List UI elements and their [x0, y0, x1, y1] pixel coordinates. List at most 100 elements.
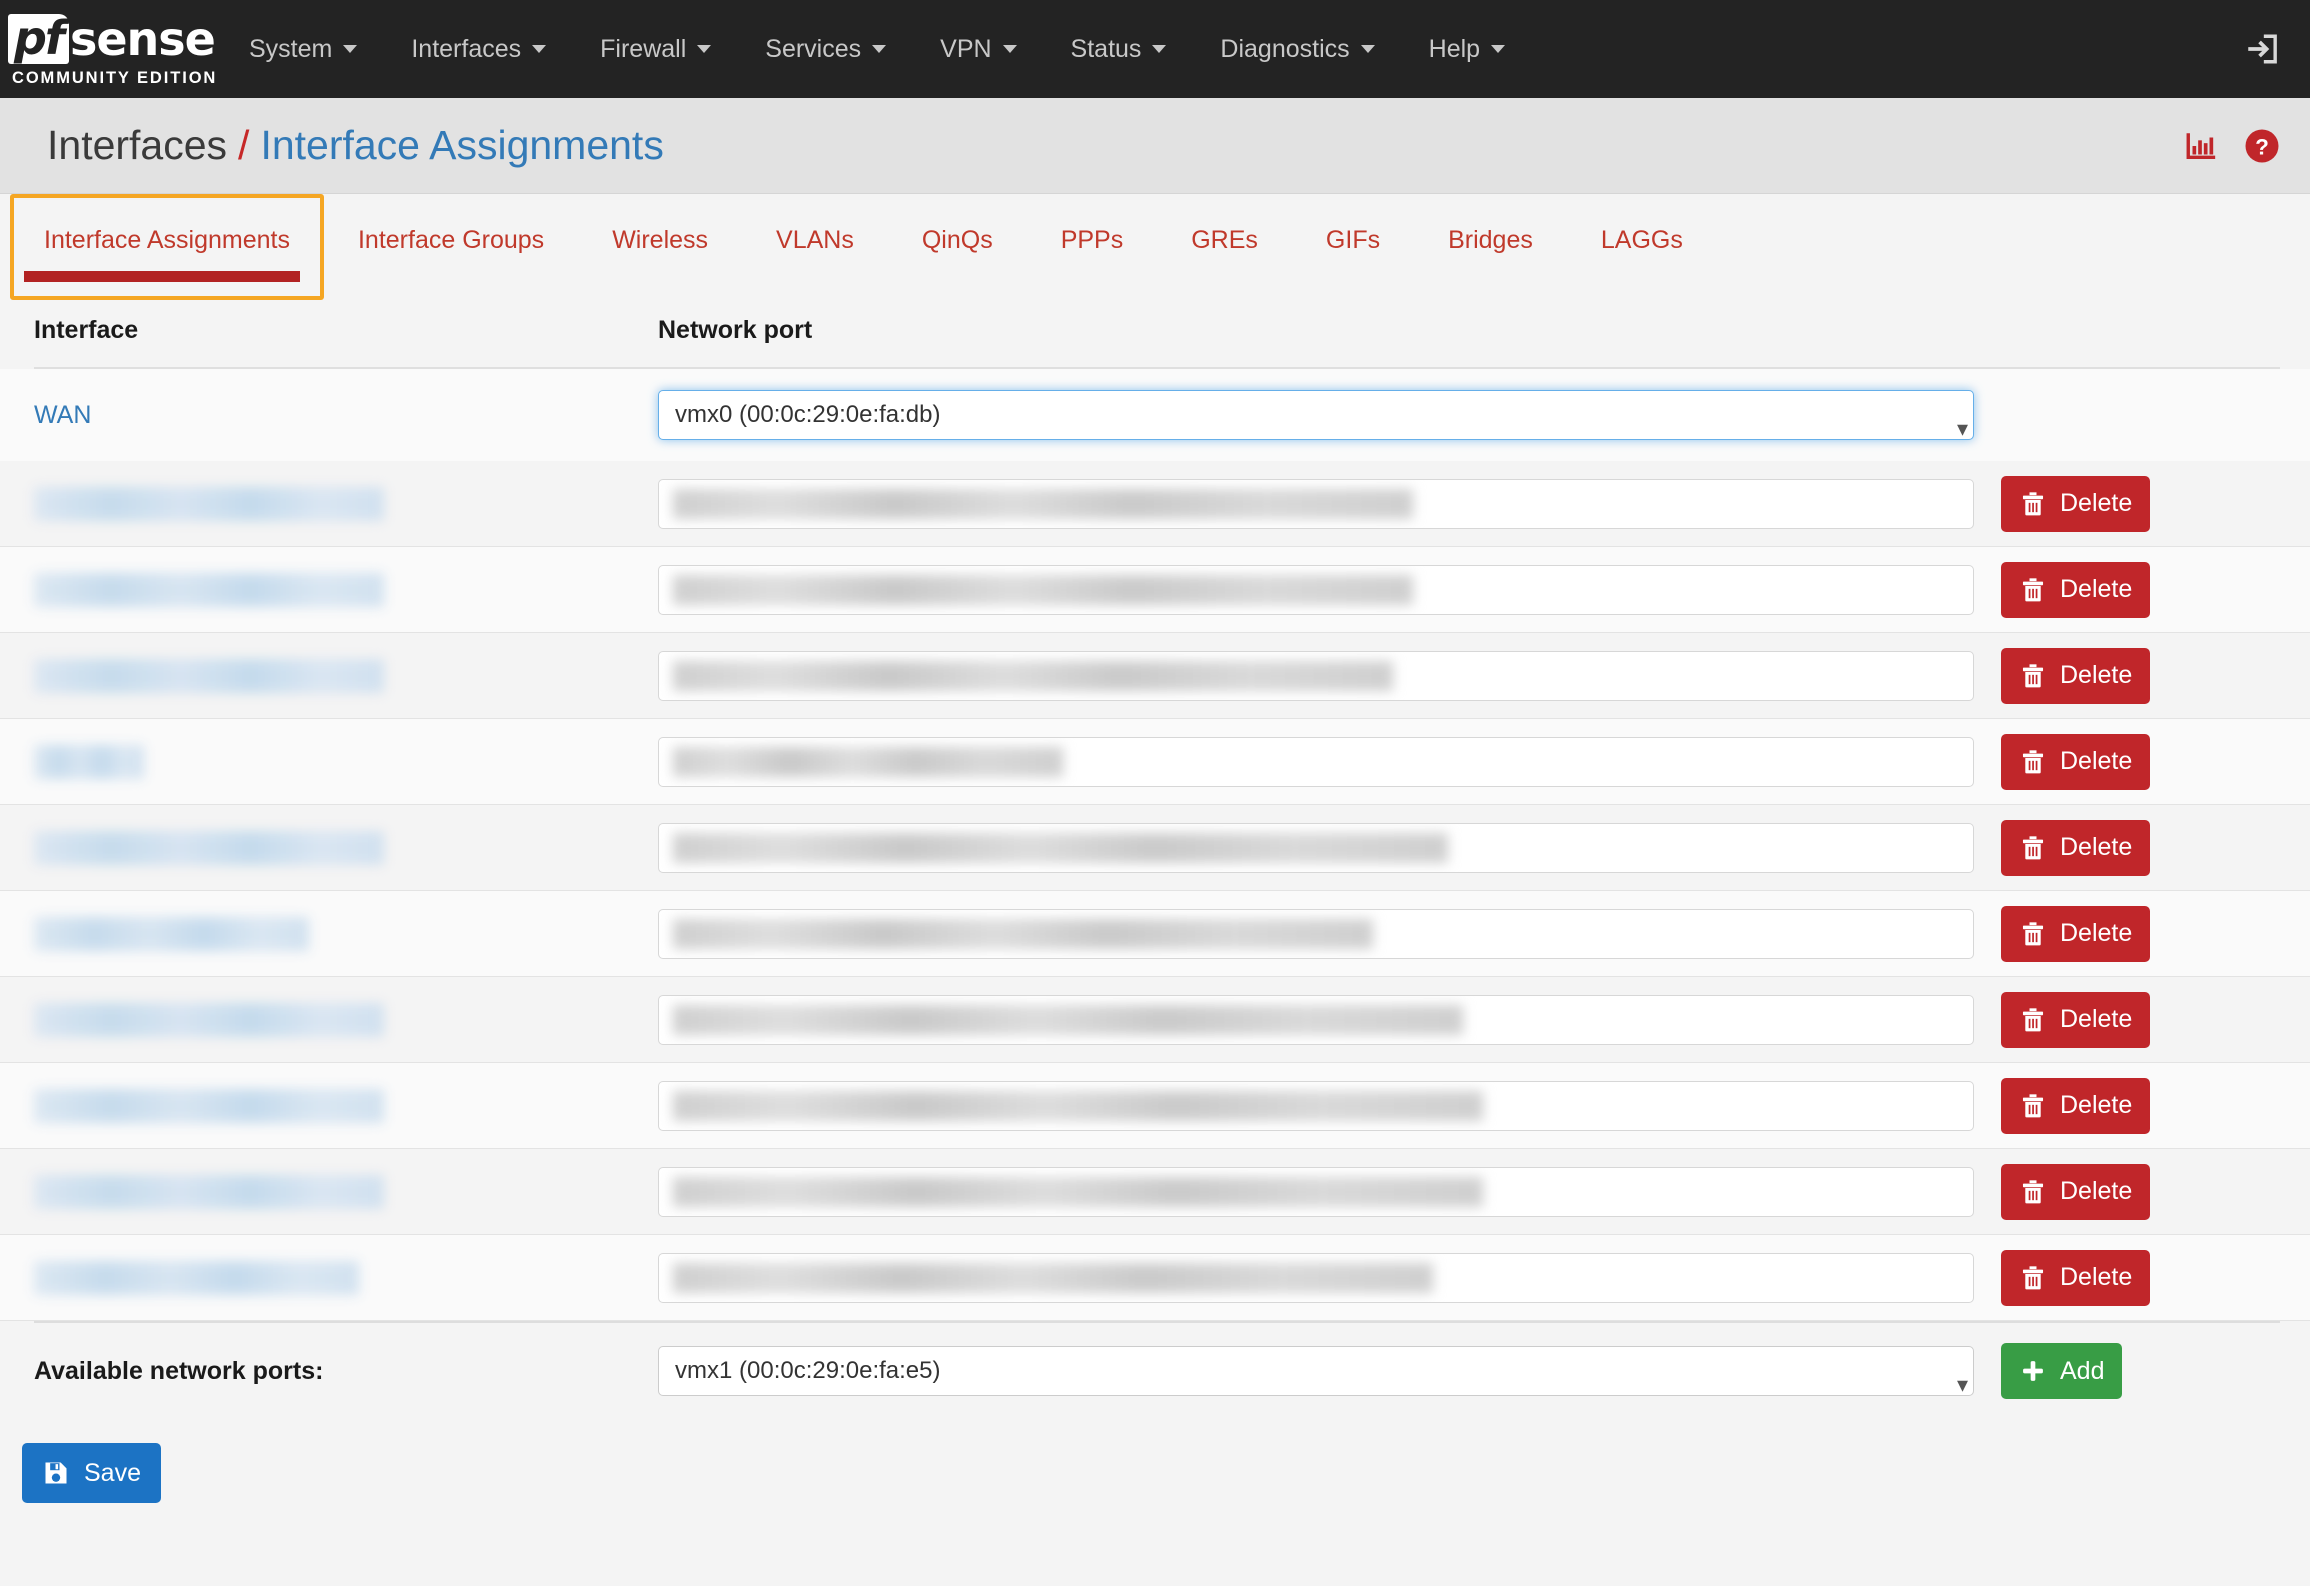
brand-subtitle: COMMUNITY EDITION: [12, 68, 218, 87]
svg-text:?: ?: [2255, 134, 2269, 159]
network-port-select[interactable]: [658, 650, 1974, 701]
available-ports-label: Available network ports:: [34, 1356, 324, 1385]
network-port-select-value-redacted: [673, 1176, 1483, 1207]
cell-actions: Delete: [1978, 1249, 2310, 1306]
column-header-network-port: Network port: [658, 316, 813, 344]
help-icon[interactable]: ?: [2244, 128, 2280, 164]
delete-button[interactable]: Delete: [2001, 475, 2151, 532]
trash-icon: [2022, 663, 2044, 687]
tab-bridges[interactable]: Bridges: [1414, 194, 1567, 300]
tab-gres[interactable]: GREs: [1157, 194, 1292, 300]
network-port-select[interactable]: [658, 1166, 1974, 1217]
network-port-select[interactable]: [658, 994, 1974, 1045]
delete-button[interactable]: Delete: [2001, 561, 2151, 618]
tab-label: LAGGs: [1600, 226, 1683, 254]
nav-item-label: Interfaces: [411, 34, 522, 63]
nav-item-status[interactable]: Status: [1044, 0, 1194, 98]
interface-link-redacted[interactable]: [34, 1088, 384, 1123]
page-header: Interfaces / Interface Assignments ?: [0, 98, 2310, 194]
available-ports-select[interactable]: vmx1 (00:0c:29:0e:fa:e5) ▾: [658, 1346, 1974, 1396]
network-port-select-value-redacted: [673, 488, 1413, 519]
tab-gifs[interactable]: GIFs: [1292, 194, 1414, 300]
delete-button[interactable]: Delete: [2001, 1249, 2151, 1306]
chart-icon[interactable]: [2184, 129, 2218, 163]
nav-item-help[interactable]: Help: [1402, 0, 1532, 98]
logout-button[interactable]: [2238, 32, 2284, 66]
table-row: Delete: [0, 633, 2310, 719]
trash-icon: [2022, 577, 2044, 601]
trash-icon: [2022, 1093, 2044, 1117]
interface-link-redacted[interactable]: [34, 830, 384, 865]
cell-interface-name: [34, 1260, 658, 1295]
tab-label: VLANs: [776, 226, 854, 254]
tab-interface-assignments[interactable]: Interface Assignments: [10, 194, 324, 300]
trash-icon: [2022, 491, 2044, 515]
interface-link-redacted[interactable]: [34, 1002, 384, 1037]
interface-link-redacted[interactable]: [34, 1174, 384, 1209]
network-port-select[interactable]: [658, 822, 1974, 873]
chevron-down-icon: [1152, 45, 1167, 53]
available-ports-select-value: vmx1 (00:0c:29:0e:fa:e5): [675, 1357, 941, 1384]
main-menu: System Interfaces Firewall Services VPN …: [222, 0, 1532, 98]
interface-link-redacted[interactable]: [34, 916, 309, 951]
network-port-select[interactable]: [658, 908, 1974, 959]
nav-item-diagnostics[interactable]: Diagnostics: [1193, 0, 1401, 98]
interface-link-redacted[interactable]: [34, 572, 384, 607]
tab-bar: Interface Assignments Interface Groups W…: [0, 194, 2310, 306]
tab-interface-groups[interactable]: Interface Groups: [324, 194, 578, 300]
delete-button[interactable]: Delete: [2001, 647, 2151, 704]
network-port-select[interactable]: [658, 1080, 1974, 1131]
cell-interface-name: [34, 1002, 658, 1037]
network-port-select-wan[interactable]: vmx0 (00:0c:29:0e:fa:db) ▾: [658, 390, 1974, 440]
save-button[interactable]: Save: [22, 1443, 161, 1503]
delete-button[interactable]: Delete: [2001, 1077, 2151, 1134]
save-row: Save: [0, 1419, 2310, 1503]
tab-label: GREs: [1191, 226, 1258, 254]
interface-link-wan[interactable]: WAN: [34, 401, 91, 430]
table-row: Delete: [0, 547, 2310, 633]
tab-wireless[interactable]: Wireless: [578, 194, 742, 300]
network-port-select[interactable]: [658, 564, 1974, 615]
cell-network-port: [658, 994, 1978, 1045]
nav-item-system[interactable]: System: [222, 0, 384, 98]
interface-link-redacted[interactable]: [34, 658, 384, 693]
chevron-down-icon: [697, 45, 712, 53]
delete-button-label: Delete: [2060, 1177, 2133, 1205]
interface-link-redacted[interactable]: [34, 1260, 359, 1295]
add-button[interactable]: Add: [2001, 1343, 2123, 1399]
network-port-select-value-redacted: [673, 660, 1393, 691]
nav-item-vpn[interactable]: VPN: [913, 0, 1043, 98]
table-row-wan: WAN vmx0 (00:0c:29:0e:fa:db) ▾: [0, 369, 2310, 461]
trash-icon: [2022, 1007, 2044, 1031]
nav-item-services[interactable]: Services: [738, 0, 913, 98]
delete-button-label: Delete: [2060, 747, 2133, 775]
delete-button[interactable]: Delete: [2001, 991, 2151, 1048]
tab-vlans[interactable]: VLANs: [742, 194, 888, 300]
delete-button[interactable]: Delete: [2001, 733, 2151, 790]
network-port-select[interactable]: [658, 478, 1974, 529]
delete-button[interactable]: Delete: [2001, 905, 2151, 962]
nav-item-label: Status: [1070, 34, 1142, 63]
network-port-select[interactable]: [658, 736, 1974, 787]
breadcrumb: Interfaces / Interface Assignments: [47, 122, 664, 169]
cell-network-port: [658, 564, 1978, 615]
delete-button[interactable]: Delete: [2001, 1163, 2151, 1220]
tab-qinqs[interactable]: QinQs: [888, 194, 1027, 300]
cell-actions: Delete: [1978, 991, 2310, 1048]
chevron-down-icon: [532, 45, 547, 53]
network-port-select-value-redacted: [673, 746, 1063, 777]
tab-ppps[interactable]: PPPs: [1027, 194, 1158, 300]
network-port-select-value-redacted: [673, 832, 1448, 863]
nav-item-interfaces[interactable]: Interfaces: [384, 0, 573, 98]
network-port-select[interactable]: [658, 1252, 1974, 1303]
interface-link-redacted[interactable]: [34, 486, 384, 521]
tab-laggs[interactable]: LAGGs: [1567, 194, 1717, 300]
interface-link-redacted[interactable]: [34, 744, 144, 779]
delete-button[interactable]: Delete: [2001, 819, 2151, 876]
nav-item-firewall[interactable]: Firewall: [573, 0, 738, 98]
pfsense-logo[interactable]: pf sense COMMUNITY EDITION: [0, 0, 222, 98]
nav-item-label: VPN: [940, 34, 992, 63]
brand-logo-mark: pf sense: [8, 11, 222, 67]
delete-button-label: Delete: [2060, 489, 2133, 517]
breadcrumb-current[interactable]: Interface Assignments: [260, 122, 663, 169]
